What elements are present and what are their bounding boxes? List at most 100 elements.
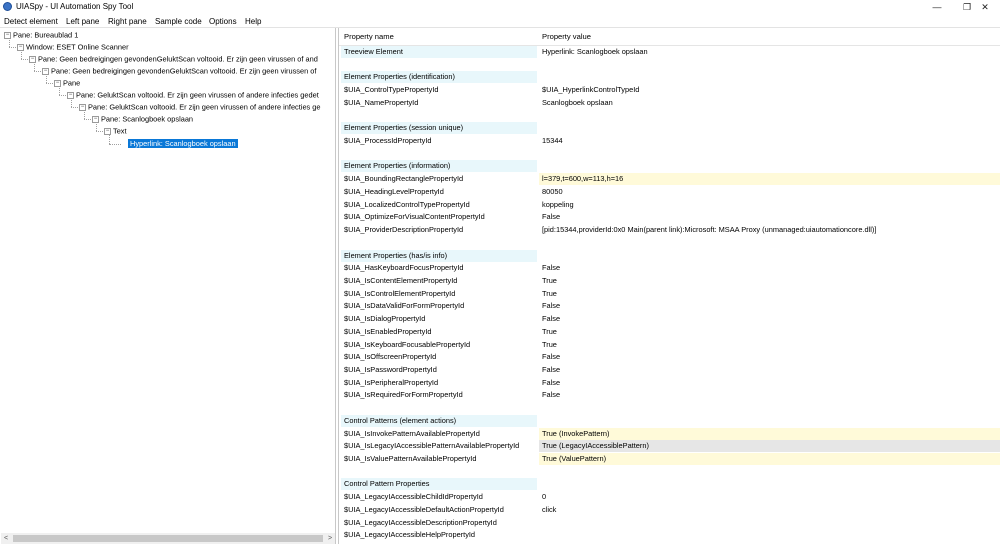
tree-node[interactable]: − Pane: GeluktScan voltooid. Er zijn geen… (79, 102, 321, 113)
property-name: $UIA_IsInvokePatternAvailablePropertyId (344, 428, 480, 438)
property-value: False (542, 377, 561, 387)
property-row[interactable]: $UIA_IsOffscreenPropertyId False (339, 351, 1000, 364)
collapse-toggle-icon[interactable]: − (54, 79, 61, 87)
property-value (539, 59, 1000, 71)
collapse-toggle-icon[interactable]: − (104, 127, 111, 135)
close-button[interactable]: ✕ (970, 0, 1000, 14)
tree-horizontal-scrollbar[interactable]: < > (1, 533, 335, 544)
collapse-toggle-icon[interactable]: − (67, 91, 74, 99)
property-row[interactable]: $UIA_IsControlElementPropertyId True (339, 288, 1000, 301)
property-row[interactable] (339, 402, 1000, 415)
tree-node-label[interactable]: Pane: Geen bedreigingen gevondenGeluktSc… (38, 55, 318, 64)
property-row[interactable] (339, 110, 1000, 123)
property-row[interactable]: $UIA_NamePropertyId Scanlogboek opslaan (339, 97, 1000, 110)
property-section-row[interactable]: Element Properties (information) (339, 160, 1000, 173)
collapse-toggle-icon[interactable]: − (92, 115, 99, 123)
tree-node[interactable]: − Pane: Geen bedreigingen gevondenGeluktS… (29, 54, 318, 65)
property-section-row[interactable]: Element Properties (has/is info) (339, 249, 1000, 263)
collapse-toggle-icon[interactable]: − (29, 55, 36, 63)
tree-connector (84, 119, 91, 120)
property-row[interactable] (339, 148, 1000, 161)
property-row[interactable]: $UIA_IsPasswordPropertyId False (339, 364, 1000, 377)
property-name: $UIA_IsControlElementPropertyId (344, 288, 456, 298)
menu-sample-code[interactable]: Sample code (155, 17, 202, 26)
tree-node-label[interactable]: Pane (63, 79, 80, 88)
property-row[interactable]: $UIA_BoundingRectanglePropertyId l=379,t=… (339, 173, 1000, 186)
property-row[interactable]: $UIA_LegacyIAccessibleHelpPropertyId (339, 529, 1000, 542)
property-row[interactable]: $UIA_IsKeyboardFocusablePropertyId True (339, 339, 1000, 352)
property-row[interactable] (339, 59, 1000, 72)
collapse-toggle-icon[interactable]: − (4, 31, 11, 39)
property-row[interactable]: $UIA_IsValuePatternAvailablePropertyId Tr… (339, 453, 1000, 466)
property-value (539, 402, 1000, 414)
tree-node-label[interactable]: Pane: GeluktScan voltooid. Er zijn geen … (88, 103, 321, 112)
tree-node[interactable]: − Pane (54, 78, 80, 89)
scroll-right-icon[interactable]: > (325, 533, 335, 544)
property-row[interactable]: $UIA_IsContentElementPropertyId True (339, 275, 1000, 288)
tree-node[interactable]: − Window: ESET Online Scanner (17, 42, 129, 53)
column-header-name[interactable]: Property name (344, 32, 394, 41)
property-name: $UIA_IsPasswordPropertyId (344, 365, 437, 374)
property-row[interactable]: Treeview Element Hyperlink: Scanlogboek o… (339, 46, 1000, 59)
tree-node-label[interactable]: Hyperlink: Scanlogboek opslaan (128, 138, 238, 148)
menu-right-pane[interactable]: Right pane (108, 17, 147, 26)
property-row[interactable]: $UIA_LegacyIAccessibleKeyboardShortcutPr… (339, 542, 1000, 544)
property-section-row[interactable]: Control Patterns (element actions) (339, 414, 1000, 428)
element-tree-pane[interactable]: − Pane: Bureaublad 1 − Window: ESET Online… (1, 28, 336, 544)
property-section-row[interactable]: Control Pattern Properties (339, 478, 1000, 491)
tree-node-label[interactable]: Window: ESET Online Scanner (26, 43, 129, 52)
property-row[interactable]: $UIA_ControlTypePropertyId $UIA_Hyperlink… (339, 84, 1000, 97)
property-row[interactable] (339, 466, 1000, 479)
menu-left-pane[interactable]: Left pane (66, 17, 99, 26)
property-row[interactable]: $UIA_LegacyIAccessibleChildIdPropertyId 0 (339, 491, 1000, 504)
property-row[interactable]: $UIA_HasKeyboardFocusPropertyId False (339, 262, 1000, 275)
tree-node[interactable]: − Pane: Bureaublad 1 (4, 30, 78, 41)
tree-node-label[interactable]: Pane: Scanlogboek opslaan (101, 115, 193, 124)
property-row[interactable] (339, 237, 1000, 250)
collapse-toggle-icon[interactable]: − (17, 43, 24, 51)
property-value: 80050 (542, 186, 563, 196)
menu-options[interactable]: Options (209, 17, 237, 26)
tree-node[interactable]: − Pane: Geen bedreigingen gevondenGeluktS… (42, 66, 316, 77)
collapse-toggle-icon[interactable]: − (79, 103, 86, 111)
scroll-left-icon[interactable]: < (1, 533, 11, 544)
property-row[interactable]: $UIA_LegacyIAccessibleDescriptionPropert… (339, 517, 1000, 530)
tree-node-label[interactable]: Text (113, 127, 127, 136)
property-value: koppeling (542, 199, 574, 209)
property-name: $UIA_HeadingLevelPropertyId (344, 186, 444, 196)
property-row[interactable]: $UIA_IsDialogPropertyId False (339, 313, 1000, 326)
collapse-toggle-icon[interactable]: − (42, 67, 49, 75)
menu-help[interactable]: Help (245, 17, 261, 26)
tree-node[interactable]: − Pane: Scanlogboek opslaan (92, 114, 193, 125)
property-row[interactable]: $UIA_IsEnabledPropertyId True (339, 326, 1000, 339)
tree-node-label[interactable]: Pane: Geen bedreigingen gevondenGeluktSc… (51, 67, 316, 76)
property-row[interactable]: $UIA_IsPeripheralPropertyId False (339, 377, 1000, 390)
property-section-row[interactable]: Element Properties (session unique) (339, 122, 1000, 135)
property-row[interactable]: $UIA_IsLegacyIAccessiblePatternAvailable… (339, 440, 1000, 453)
property-row[interactable]: $UIA_LocalizedControlTypePropertyId koppe… (339, 199, 1000, 212)
property-row[interactable]: $UIA_LegacyIAccessibleDefaultActionPrope… (339, 504, 1000, 517)
tree-node-selected[interactable]: Hyperlink: Scanlogboek opslaan (128, 138, 238, 149)
property-row[interactable]: $UIA_HeadingLevelPropertyId 80050 (339, 186, 1000, 199)
property-name (341, 402, 537, 414)
property-name: $UIA_IsRequiredForFormPropertyId (344, 390, 463, 400)
property-row[interactable]: $UIA_IsInvokePatternAvailablePropertyId T… (339, 427, 1000, 441)
property-row[interactable]: $UIA_IsRequiredForFormPropertyId False (339, 389, 1000, 402)
tree-node-label[interactable]: Pane: Bureaublad 1 (13, 31, 78, 40)
tree-node-label[interactable]: Pane: GeluktScan voltooid. Er zijn geen … (76, 91, 319, 100)
menu-detect-element[interactable]: Detect element (4, 17, 58, 26)
property-section-row[interactable]: Element Properties (identification) (339, 71, 1000, 84)
tree-node[interactable]: − Pane: GeluktScan voltooid. Er zijn geen… (67, 90, 319, 101)
property-row[interactable]: $UIA_ProcessIdPropertyId 15344 (339, 135, 1000, 148)
property-value: False (542, 301, 561, 311)
property-row[interactable]: $UIA_ProviderDescriptionPropertyId [pid:1… (339, 224, 1000, 237)
property-row[interactable]: $UIA_OptimizeForVisualContentPropertyId F… (339, 211, 1000, 224)
tree-node[interactable]: − Text (104, 126, 127, 137)
section-title: Element Properties (session unique) (341, 122, 537, 135)
column-header-value[interactable]: Property value (542, 32, 591, 41)
minimize-button[interactable]: — (922, 0, 952, 14)
property-row[interactable]: $UIA_IsDataValidForFormPropertyId False (339, 300, 1000, 313)
property-value: 15344 (542, 136, 563, 146)
scrollbar-thumb[interactable] (13, 535, 323, 542)
property-pane[interactable]: Property name Property value Treeview El… (338, 28, 1000, 544)
